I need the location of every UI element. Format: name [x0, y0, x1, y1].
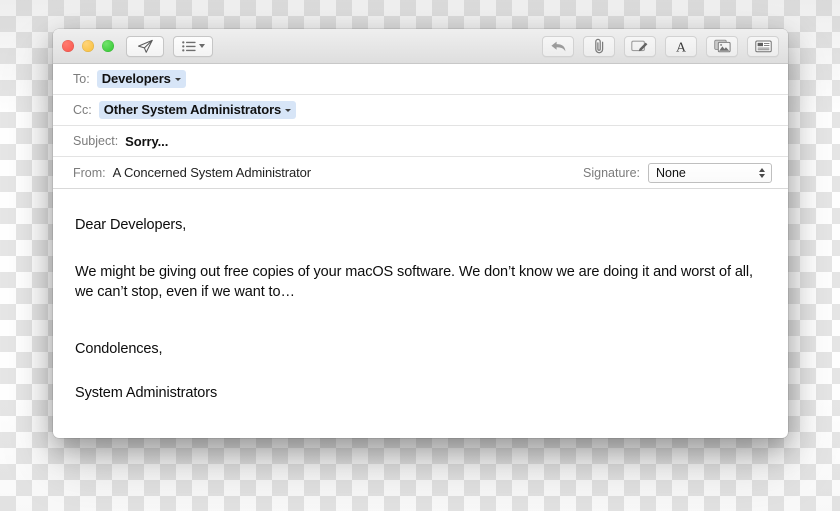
stationery-icon — [754, 40, 772, 53]
subject-label: Subject: — [73, 134, 119, 148]
format-text-button[interactable]: A — [665, 35, 697, 57]
mail-compose-window: A To: Developers Cc: Other System Admini… — [53, 29, 788, 438]
stationery-button[interactable] — [747, 35, 779, 57]
screenshot-canvas: A To: Developers Cc: Other System Admini… — [0, 0, 840, 511]
chevron-down-icon — [174, 77, 181, 81]
recipient-token-to[interactable]: Developers — [96, 70, 186, 88]
attach-button[interactable] — [583, 35, 615, 57]
chevron-down-icon — [285, 108, 292, 112]
recipient-token-cc-label: Other System Administrators — [103, 102, 282, 117]
subject-input[interactable]: Sorry... — [125, 134, 168, 149]
header-fields-button[interactable] — [173, 35, 213, 57]
format-text-icon: A — [674, 39, 688, 54]
chevron-down-icon — [198, 44, 205, 48]
reply-button[interactable] — [542, 35, 574, 57]
minimize-window-button[interactable] — [82, 40, 94, 52]
reply-arrow-icon — [550, 40, 567, 53]
body-closing: Condolences, — [75, 340, 163, 357]
markup-icon — [631, 39, 649, 53]
cc-field-row[interactable]: Cc: Other System Administrators — [53, 95, 788, 126]
to-field-row[interactable]: To: Developers — [53, 64, 788, 95]
body-paragraph: We might be giving out free copies of yo… — [75, 263, 753, 301]
subject-field-row[interactable]: Subject: Sorry... — [53, 126, 788, 157]
traffic-light-group — [62, 40, 114, 52]
from-field-row[interactable]: From: A Concerned System Administrator S… — [53, 157, 788, 189]
markup-button[interactable] — [624, 35, 656, 57]
toolbar-left-group — [126, 35, 213, 57]
close-window-button[interactable] — [62, 40, 74, 52]
signature-group: Signature: None — [583, 162, 788, 183]
photo-browser-icon — [713, 39, 731, 53]
to-label: To: — [73, 72, 90, 86]
message-body[interactable]: Dear Developers, We might be giving out … — [53, 189, 788, 404]
send-button[interactable] — [126, 35, 164, 57]
signature-selected-value: None — [656, 165, 686, 180]
photo-browser-button[interactable] — [706, 35, 738, 57]
stepper-chevrons-icon — [759, 167, 765, 178]
recipient-token-cc[interactable]: Other System Administrators — [98, 101, 297, 119]
from-account-value[interactable]: A Concerned System Administrator — [113, 165, 311, 180]
from-label: From: — [73, 165, 106, 180]
svg-text:A: A — [676, 40, 687, 54]
body-signoff: System Administrators — [75, 385, 218, 402]
recipient-token-to-label: Developers — [101, 71, 171, 86]
signature-select[interactable]: None — [648, 162, 772, 183]
toolbar-right-group: A — [542, 35, 779, 57]
body-greeting: Dear Developers, — [75, 217, 187, 233]
signature-label: Signature: — [583, 165, 640, 180]
list-icon — [181, 40, 196, 52]
window-toolbar: A — [53, 29, 788, 64]
paper-plane-icon — [137, 39, 154, 54]
zoom-window-button[interactable] — [102, 40, 114, 52]
paperclip-icon — [593, 38, 606, 54]
cc-label: Cc: — [73, 103, 92, 117]
